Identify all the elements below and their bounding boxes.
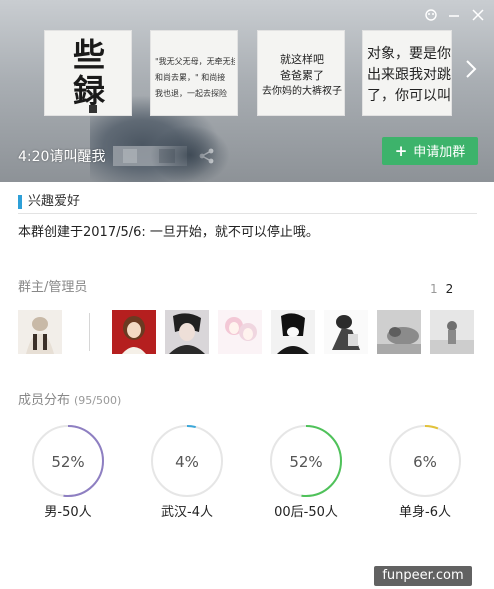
join-group-label: 申请加群 (413, 145, 466, 160)
admin-avatar[interactable] (324, 310, 368, 354)
calligraphy-char: 些 (72, 36, 105, 74)
plus-icon: + (394, 142, 408, 160)
stat-label: 单身-6人 (399, 505, 451, 520)
group-header-banner: 些 録 "我无父无母，无牵无挂 和尚去累，" 和尚接 我也退，一起去探险 就这样… (0, 0, 494, 182)
admin-avatar[interactable] (271, 310, 315, 354)
distribution-title-text: 成员分布 (18, 393, 71, 408)
close-icon[interactable] (471, 8, 485, 26)
skin-icon[interactable] (424, 8, 438, 26)
admin-avatar[interactable] (377, 310, 421, 354)
tag-accent-bar (18, 195, 22, 209)
admin-avatar[interactable] (430, 310, 474, 354)
group-intro: 本群创建于2017/5/6: 一旦开始，就不可以停止哦。 (18, 225, 319, 240)
group-photo-thumbnail[interactable]: 些 録 (44, 30, 132, 116)
group-photo-thumbnail[interactable]: 对象，要是你 出来跟我对跳 了，你可以叫 (362, 30, 452, 116)
group-photo-thumbnail[interactable]: "我无父无母，无牵无挂 和尚去累，" 和尚接 我也退，一起去探险 (150, 30, 238, 116)
age-stat-ring[interactable]: 52% (269, 424, 343, 498)
region-stat-ring[interactable]: 4% (150, 424, 224, 498)
thumbnail-text-line: 爸爸累了 (280, 69, 324, 82)
admins-pager: 12 (430, 282, 453, 296)
join-group-button[interactable]: + 申请加群 (382, 137, 478, 165)
owner-divider (89, 313, 90, 351)
admin-avatar[interactable] (165, 310, 209, 354)
admin-avatar[interactable] (218, 310, 262, 354)
owner-avatar[interactable] (18, 310, 62, 354)
gender-stat-ring[interactable]: 52% (31, 424, 105, 498)
seal-icon (89, 105, 97, 113)
member-count: (95/500) (74, 394, 122, 407)
thumbnail-text-line: 和尚去累，" 和尚接 (155, 73, 226, 82)
admin-avatar[interactable] (112, 310, 156, 354)
group-photo-thumbnail[interactable]: 就这样吧 爸爸累了 去你妈的大裤衩子 (257, 30, 345, 116)
stat-percent: 6% (413, 453, 437, 471)
stat-percent: 52% (289, 453, 323, 471)
minimize-icon[interactable] (447, 8, 461, 26)
pager-page-1[interactable]: 1 (430, 282, 438, 296)
thumbnail-text-line: 去你妈的大裤衩子 (262, 86, 342, 97)
calligraphy-char: 録 (72, 72, 105, 110)
blurred-group-id (113, 146, 187, 166)
pager-page-2[interactable]: 2 (446, 282, 454, 296)
thumbnail-text-line: 了，你可以叫 (367, 88, 451, 104)
thumbnail-text-line: 对象，要是你 (367, 46, 451, 62)
thumbnail-text-line: 我也退，一起去探险 (155, 89, 227, 98)
watermark: funpeer.com (374, 566, 472, 586)
stat-label: 00后-50人 (274, 505, 338, 520)
single-stat-ring[interactable]: 6% (388, 424, 462, 498)
thumbnail-text-line: 出来跟我对跳 (367, 67, 451, 83)
stat-label: 武汉-4人 (161, 505, 213, 520)
admins-title: 群主/管理员 (18, 280, 88, 295)
next-arrow-icon[interactable] (464, 58, 478, 86)
thumbnail-text-line: "我无父无母，无牵无挂 (155, 57, 235, 66)
group-name: 4:20请叫醒我 (18, 149, 106, 165)
section-divider (18, 213, 477, 214)
interest-tag: 兴趣爱好 (18, 194, 80, 210)
stat-percent: 4% (175, 453, 199, 471)
stat-label: 男-50人 (44, 505, 92, 520)
distribution-title: 成员分布 (95/500) (18, 393, 121, 409)
stat-percent: 52% (51, 453, 85, 471)
interest-title: 兴趣爱好 (28, 194, 81, 209)
share-icon[interactable] (197, 146, 217, 166)
thumbnail-text-line: 就这样吧 (280, 53, 324, 66)
